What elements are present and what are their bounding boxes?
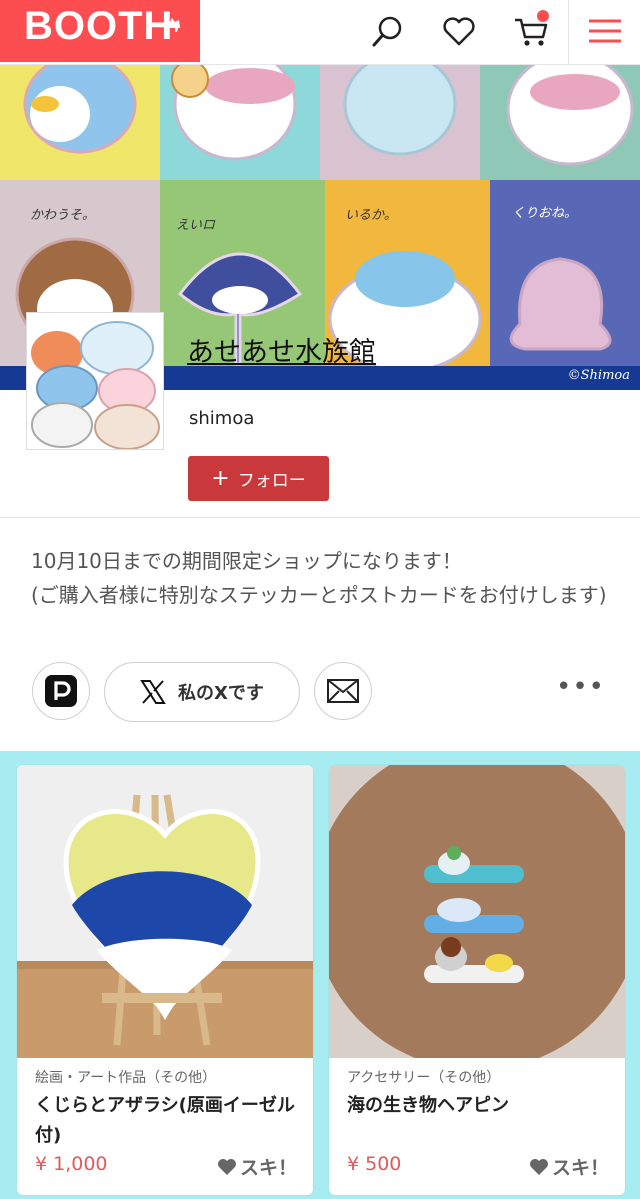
item-photo (329, 765, 625, 1058)
item-category: 絵画・アート作品（その他） (35, 1070, 217, 1086)
more-options-icon[interactable]: ••• (556, 672, 605, 702)
item-photo (17, 765, 313, 1058)
logo-text: BOOTH (24, 4, 174, 48)
banner-label: いるか。 (345, 208, 397, 223)
heart-icon[interactable] (439, 12, 479, 52)
mail-icon (327, 679, 359, 703)
description-line: 10月10日までの期間限定ショップになります！ (31, 549, 462, 573)
item-card[interactable]: 絵画・アート作品（その他） くじらとアザラシ(原画イーゼル付) ¥ 1,000 … (17, 765, 313, 1195)
cart-badge (537, 10, 549, 22)
banner-label: えいロ (176, 218, 216, 233)
banner-label: かわうそ。 (30, 208, 96, 223)
x-icon (140, 680, 166, 704)
search-icon[interactable] (367, 12, 407, 52)
menu-icon (589, 19, 621, 43)
follow-label: フォロー (237, 471, 306, 491)
item-card[interactable]: アクセサリー（その他） 海の生き物ヘアピン ¥ 500 スキ！ (329, 765, 625, 1195)
x-link-button[interactable]: 私のXです (104, 662, 300, 722)
like-button[interactable]: スキ！ (217, 1153, 297, 1180)
shop-avatar[interactable] (26, 312, 164, 450)
item-image[interactable] (329, 765, 625, 1058)
menu-button[interactable] (568, 0, 640, 64)
item-category: アクセサリー（その他） (347, 1070, 501, 1086)
divider (0, 517, 640, 518)
x-link-label: 私のXです (178, 683, 264, 704)
heart-icon (217, 1158, 236, 1175)
description-line: (ご購入者様に特別なステッカーとポストカードをお付けします) (31, 583, 607, 607)
avatar-illustration (27, 313, 163, 449)
site-header: BOOTH (0, 0, 640, 65)
banner-credit: ©Shimoa (567, 368, 630, 383)
shop-title[interactable]: あせあせ水族館 (187, 330, 376, 369)
booth-logo[interactable]: BOOTH (0, 0, 200, 62)
like-button[interactable]: スキ！ (529, 1153, 609, 1180)
follow-button[interactable]: + フォロー (188, 456, 329, 501)
camel-icon (164, 18, 180, 32)
banner-label: くりおね。 (512, 206, 578, 221)
heart-icon (529, 1158, 548, 1175)
mail-button[interactable] (314, 662, 372, 720)
like-label: スキ！ (551, 1157, 609, 1179)
item-price: ¥ 500 (347, 1153, 402, 1175)
plus-icon: + (211, 465, 230, 491)
item-name[interactable]: くじらとアザラシ(原画イーゼル付) (35, 1091, 305, 1151)
item-image[interactable] (17, 765, 313, 1058)
pixiv-link-button[interactable] (32, 662, 90, 720)
item-price: ¥ 1,000 (35, 1153, 108, 1175)
shop-description: 10月10日までの期間限定ショップになります！ (ご購入者様に特別なステッカーと… (31, 544, 621, 612)
shop-owner[interactable]: shimoa (189, 408, 254, 429)
item-name[interactable]: 海の生き物ヘアピン (347, 1091, 617, 1121)
pixiv-icon (45, 675, 77, 707)
cart-icon[interactable] (511, 10, 551, 52)
like-label: スキ！ (239, 1157, 297, 1179)
